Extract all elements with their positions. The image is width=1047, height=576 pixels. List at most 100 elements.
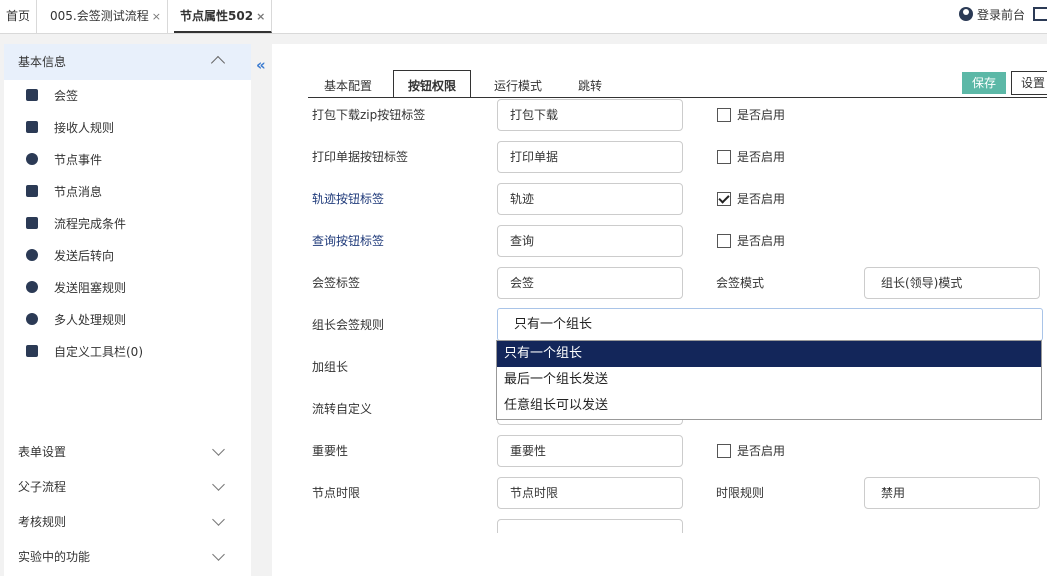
field-label: 打包下载zip按钮标签 bbox=[312, 108, 426, 122]
enable-checkbox[interactable] bbox=[717, 444, 731, 458]
timelimit-rule-select[interactable]: 禁用 bbox=[864, 477, 1040, 509]
sidebar-item-custom-toolbar[interactable]: 自定义工具栏(0) bbox=[4, 336, 251, 368]
login-label: 登录前台 bbox=[976, 8, 1025, 22]
enable-label: 是否启用 bbox=[737, 150, 786, 164]
collapse-sidebar-icon[interactable]: « bbox=[256, 56, 266, 74]
field-label: 流转自定义 bbox=[312, 402, 373, 416]
enable-checkbox-checked[interactable] bbox=[717, 192, 731, 206]
login-frontend-link[interactable]: 登录前台 bbox=[958, 0, 1025, 30]
sidebar-item-label: 节点事件 bbox=[54, 153, 103, 167]
sidebar-group-label: 实验中的功能 bbox=[18, 550, 91, 564]
importance-input[interactable]: 重要性 bbox=[497, 435, 683, 467]
main-panel: 基本配置 按钮权限 运行模式 跳转 保存 设置 打包下载zip按钮标签 打包下载… bbox=[272, 44, 1047, 576]
form-row-partial bbox=[272, 519, 1047, 533]
block-icon bbox=[26, 281, 38, 293]
redirect-icon bbox=[26, 249, 38, 261]
tab-jump[interactable]: 跳转 bbox=[578, 70, 602, 97]
form-row: 轨迹按钮标签 轨迹 是否启用 bbox=[272, 183, 1047, 215]
zip-button-label-input[interactable]: 打包下载 bbox=[497, 99, 683, 131]
tab-basic-config[interactable]: 基本配置 bbox=[324, 70, 372, 97]
enable-checkbox[interactable] bbox=[717, 108, 731, 122]
sidebar-item-label: 节点消息 bbox=[54, 185, 103, 199]
save-button[interactable]: 保存 bbox=[962, 72, 1006, 94]
track-button-label-input[interactable]: 轨迹 bbox=[497, 183, 683, 215]
exit-icon[interactable] bbox=[1033, 7, 1047, 21]
edit-icon bbox=[26, 345, 38, 357]
doc-icon bbox=[26, 89, 38, 101]
sidebar-item-redirect[interactable]: 发送后转向 bbox=[4, 240, 251, 272]
query-button-label-input[interactable]: 查询 bbox=[497, 225, 683, 257]
sidebar-item-node-event[interactable]: 节点事件 bbox=[4, 144, 251, 176]
settings-button[interactable]: 设置 bbox=[1011, 71, 1047, 95]
sidebar-item-multi-handler[interactable]: 多人处理规则 bbox=[4, 304, 251, 336]
sidebar-group-form-settings[interactable]: 表单设置 bbox=[4, 435, 251, 470]
sidebar-item-node-message[interactable]: 节点消息 bbox=[4, 176, 251, 208]
form-row: 打印单据按钮标签 打印单据 是否启用 bbox=[272, 141, 1047, 173]
sidebar-item-label: 自定义工具栏(0) bbox=[54, 345, 143, 359]
sidebar-group-label: 考核规则 bbox=[18, 515, 67, 529]
sidebar-group-label: 父子流程 bbox=[18, 480, 67, 494]
leader-rule-dropdown: 只有一个组长 最后一个组长发送 任意组长可以发送 bbox=[496, 340, 1042, 420]
field-label: 节点时限 bbox=[312, 486, 361, 500]
field-label: 加组长 bbox=[312, 360, 349, 374]
top-tab-label: 005.会签测试流程 bbox=[50, 9, 149, 23]
field-label: 打印单据按钮标签 bbox=[312, 150, 409, 164]
chevron-down-icon bbox=[212, 478, 225, 491]
chevron-down-icon bbox=[212, 548, 225, 561]
top-tab-label: 节点属性502 bbox=[180, 9, 254, 23]
form-row: 查询按钮标签 查询 是否启用 bbox=[272, 225, 1047, 257]
enable-checkbox[interactable] bbox=[717, 150, 731, 164]
enable-label: 是否启用 bbox=[737, 444, 786, 458]
sidebar-item-complete-condition[interactable]: 流程完成条件 bbox=[4, 208, 251, 240]
top-tab-label: 首页 bbox=[6, 9, 31, 23]
event-icon bbox=[26, 153, 38, 165]
countersign-label-input[interactable]: 会签 bbox=[497, 267, 683, 299]
field-label: 会签模式 bbox=[716, 276, 765, 290]
print-button-label-input[interactable]: 打印单据 bbox=[497, 141, 683, 173]
node-timelimit-input[interactable]: 节点时限 bbox=[497, 477, 683, 509]
top-tab-node-props[interactable]: 节点属性502 × bbox=[174, 0, 273, 33]
close-icon[interactable]: × bbox=[152, 10, 161, 23]
sidebar-section-basic-info[interactable]: 基本信息 bbox=[4, 44, 251, 80]
tab-divider bbox=[308, 97, 1047, 98]
form-row: 会签标签 会签 会签模式 组长(领导)模式 bbox=[272, 267, 1047, 299]
sidebar-group-experimental[interactable]: 实验中的功能 bbox=[4, 540, 251, 575]
chevron-up-icon bbox=[210, 55, 226, 71]
dropdown-option[interactable]: 只有一个组长 bbox=[497, 341, 1041, 367]
save-icon bbox=[26, 121, 38, 133]
chevron-down-icon bbox=[212, 513, 225, 526]
sidebar-item-label: 发送后转向 bbox=[54, 249, 115, 263]
tab-run-mode[interactable]: 运行模式 bbox=[494, 70, 542, 97]
dropdown-option[interactable]: 任意组长可以发送 bbox=[497, 393, 1041, 419]
enable-checkbox[interactable] bbox=[717, 234, 731, 248]
form-row: 节点时限 节点时限 时限规则 禁用 bbox=[272, 477, 1047, 509]
sidebar-item-countersign[interactable]: 会签 bbox=[4, 80, 251, 112]
sidebar-item-label: 发送阻塞规则 bbox=[54, 281, 127, 295]
sidebar-item-receiver-rule[interactable]: 接收人规则 bbox=[4, 112, 251, 144]
sidebar-section-title: 基本信息 bbox=[18, 55, 67, 69]
top-tab-bar: 首页 005.会签测试流程 × 节点属性502 × 登录前台 bbox=[0, 0, 1047, 34]
sidebar-group-assessment[interactable]: 考核规则 bbox=[4, 505, 251, 540]
tab-button-permissions[interactable]: 按钮权限 bbox=[393, 70, 472, 98]
leader-rule-select[interactable]: 只有一个组长 bbox=[497, 308, 1043, 341]
dropdown-option[interactable]: 最后一个组长发送 bbox=[497, 367, 1041, 393]
chevron-down-icon bbox=[212, 443, 225, 456]
field-label: 重要性 bbox=[312, 444, 349, 458]
form-row: 打包下载zip按钮标签 打包下载 是否启用 bbox=[272, 99, 1047, 131]
close-icon[interactable]: × bbox=[256, 10, 265, 23]
partial-input[interactable] bbox=[497, 519, 683, 533]
form-row: 重要性 重要性 是否启用 bbox=[272, 435, 1047, 467]
countersign-mode-select[interactable]: 组长(领导)模式 bbox=[864, 267, 1040, 299]
field-label: 轨迹按钮标签 bbox=[312, 192, 385, 206]
enable-label: 是否启用 bbox=[737, 192, 786, 206]
enable-label: 是否启用 bbox=[737, 108, 786, 122]
sidebar-item-label: 流程完成条件 bbox=[54, 217, 127, 231]
enable-label: 是否启用 bbox=[737, 234, 786, 248]
top-tab-flow[interactable]: 005.会签测试流程 × bbox=[44, 0, 168, 33]
user-circle-icon bbox=[958, 7, 973, 21]
sidebar: 基本信息 会签 接收人规则 节点事件 节点消息 流程完成条件 发送后转向 发送阻… bbox=[4, 44, 251, 576]
top-tab-home[interactable]: 首页 bbox=[0, 0, 38, 33]
sidebar-group-subflow[interactable]: 父子流程 bbox=[4, 470, 251, 505]
sidebar-item-block-rule[interactable]: 发送阻塞规则 bbox=[4, 272, 251, 304]
field-label: 查询按钮标签 bbox=[312, 234, 385, 248]
